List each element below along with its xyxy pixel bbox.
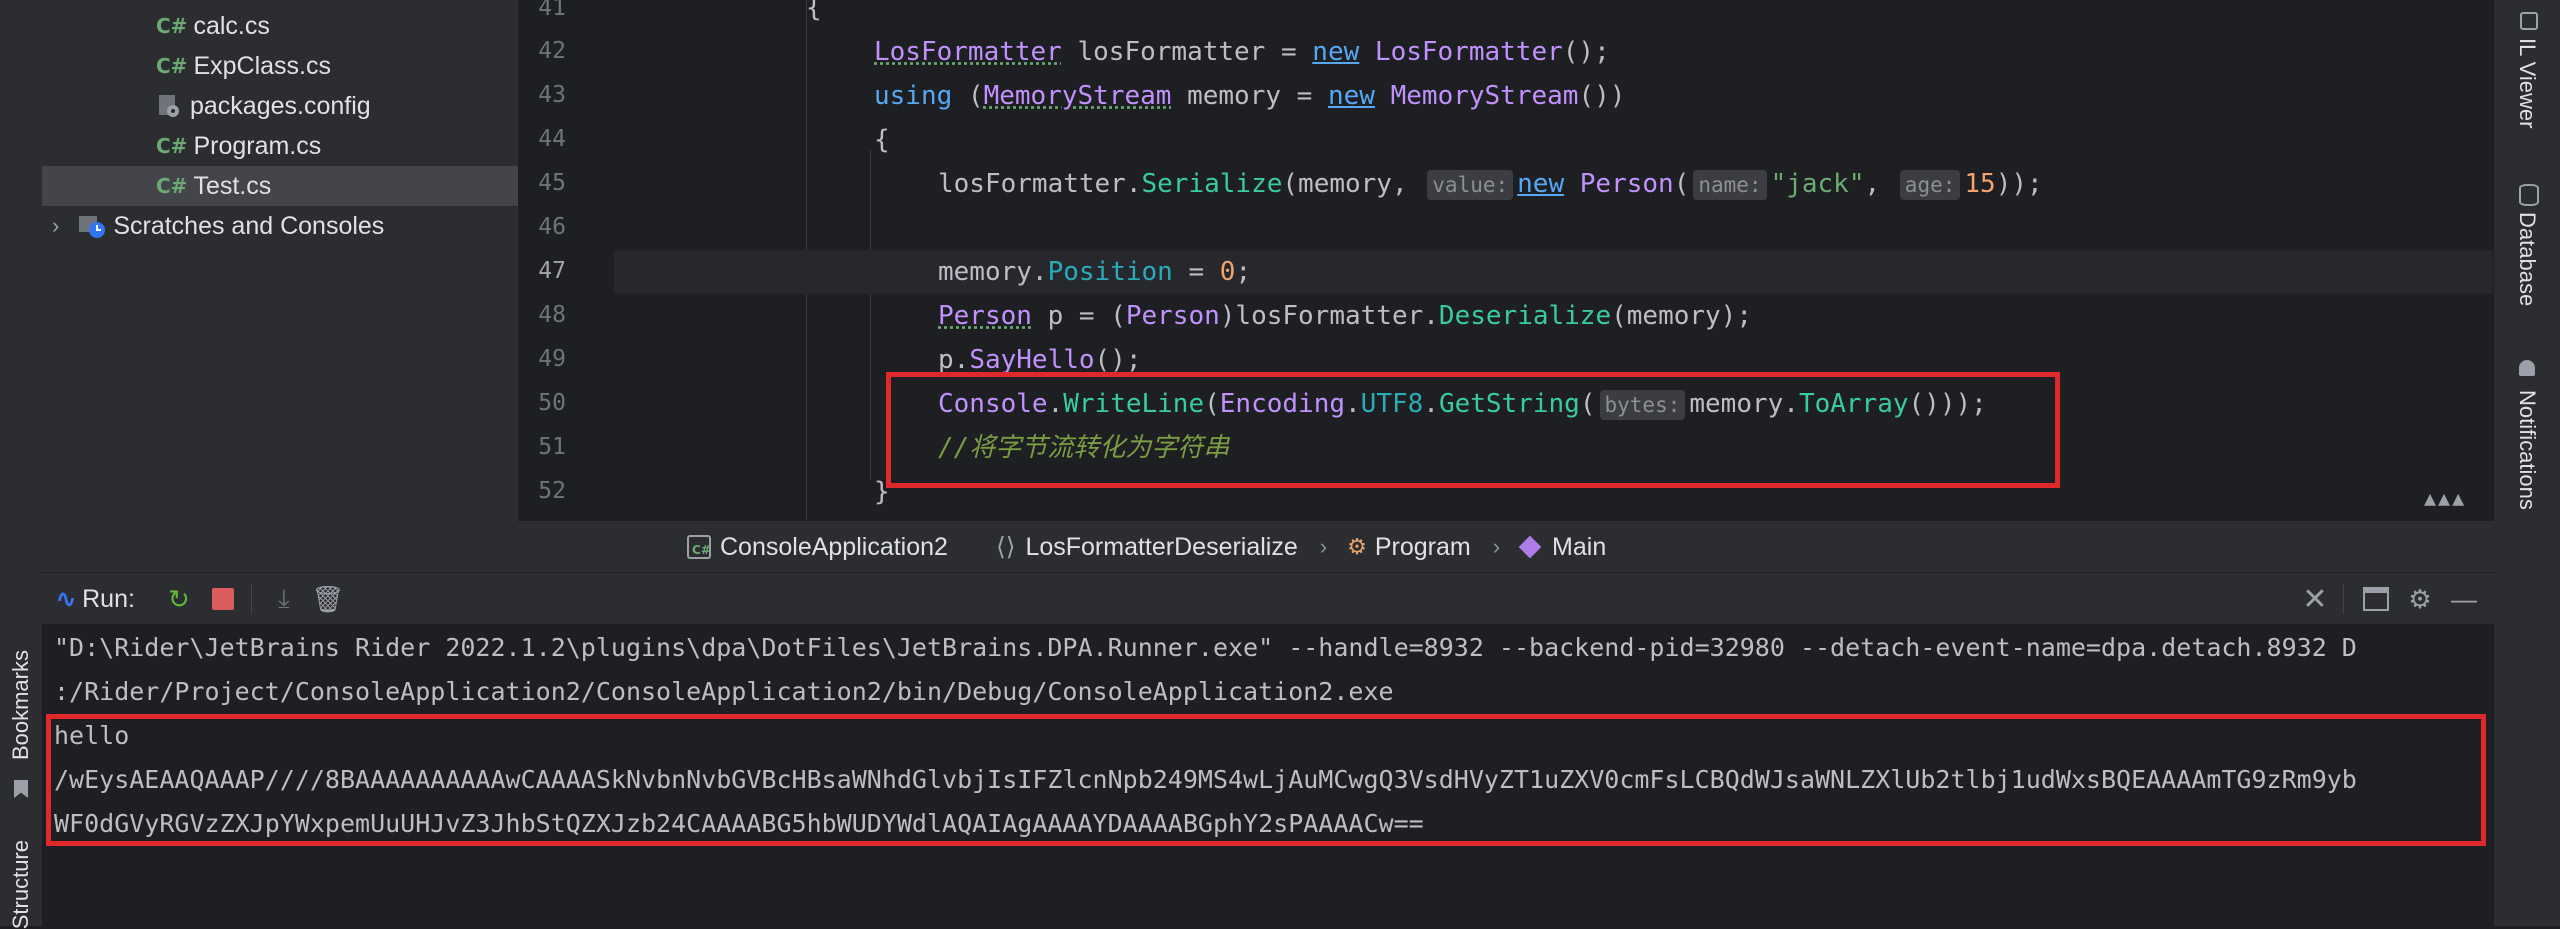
chevron-right-icon: › bbox=[1319, 534, 1328, 559]
line-number: 42 bbox=[538, 38, 566, 64]
line-number: 46 bbox=[538, 214, 566, 240]
namespace-icon: ⟨⟩ bbox=[995, 533, 1016, 561]
chevron-right-icon[interactable]: › bbox=[52, 213, 59, 239]
tree-item-program[interactable]: C# Program.cs bbox=[156, 126, 321, 166]
tree-item-label: calc.cs bbox=[193, 11, 270, 40]
line-number: 50 bbox=[538, 390, 566, 416]
line-number: 44 bbox=[538, 126, 566, 152]
tree-item-scratches[interactable]: › Scratches and Consoles bbox=[52, 206, 384, 246]
console-line: "D:\Rider\JetBrains Rider 2022.1.2\plugi… bbox=[54, 633, 2357, 662]
line-number: 43 bbox=[538, 82, 566, 108]
trash-icon[interactable]: 🗑 bbox=[308, 579, 348, 619]
highlight-box-code bbox=[886, 372, 2060, 488]
code-line-41: { bbox=[806, 0, 822, 23]
database-icon bbox=[2519, 184, 2539, 206]
layout-icon[interactable] bbox=[2356, 579, 2396, 619]
tree-item-expclass[interactable]: C# ExpClass.cs bbox=[156, 46, 331, 86]
run-toolbar: ∿ Run: ↻ ⤓ 🗑 ✕ ⚙ — bbox=[42, 572, 2494, 625]
project-tree: C# calc.cs C# ExpClass.cs packages.confi… bbox=[42, 0, 518, 572]
csharp-file-icon: C# bbox=[156, 14, 188, 38]
right-tool-strip: IL Viewer Database Notifications bbox=[2493, 0, 2560, 926]
line-number-gutter: 41 42 43 44 45 46 47 48 49 50 51 52 bbox=[518, 0, 678, 520]
tree-item-label: Test.cs bbox=[193, 171, 272, 200]
breadcrumb-method[interactable]: Main bbox=[1518, 533, 1606, 562]
config-file-icon bbox=[159, 95, 179, 117]
code-line-45: losFormatter.Serialize(memory, value: new… bbox=[938, 169, 2043, 200]
run-title: Run: bbox=[82, 584, 135, 613]
line-number: 52 bbox=[538, 478, 566, 504]
close-icon[interactable]: ✕ bbox=[2295, 579, 2335, 619]
tree-item-label: ExpClass.cs bbox=[193, 51, 331, 80]
tree-item-calc[interactable]: C# calc.cs bbox=[156, 6, 270, 46]
scratches-icon bbox=[79, 216, 106, 238]
chevron-right-icon: › bbox=[1492, 534, 1501, 559]
bookmark-icon bbox=[14, 780, 28, 798]
line-number: 48 bbox=[538, 302, 566, 328]
run-config-icon: ∿ bbox=[56, 585, 77, 613]
gear-icon[interactable]: ⚙ bbox=[2400, 579, 2440, 619]
bell-icon bbox=[2519, 360, 2535, 376]
tree-item-label: Program.cs bbox=[193, 131, 322, 160]
notifications-tab[interactable]: Notifications bbox=[2514, 390, 2540, 510]
left-tool-strip: Bookmarks Structure bbox=[0, 0, 43, 929]
code-line-42: LosFormatter losFormatter = new LosForma… bbox=[874, 37, 1610, 67]
breadcrumb-namespace[interactable]: ⟨⟩ LosFormatterDeserialize bbox=[996, 532, 1298, 562]
code-line-43: using (MemoryStream memory = new MemoryS… bbox=[874, 81, 1626, 111]
line-number: 51 bbox=[538, 434, 566, 460]
tree-item-label: Scratches and Consoles bbox=[113, 211, 385, 240]
parameter-hint: value: bbox=[1427, 170, 1514, 200]
reader-mode-icon[interactable]: ▲▲▲ bbox=[2424, 486, 2466, 510]
breadcrumb: C# ConsoleApplication2 ⟨⟩ LosFormatterDe… bbox=[518, 520, 2494, 573]
rerun-button[interactable]: ↻ bbox=[159, 579, 199, 619]
highlight-box-output bbox=[46, 714, 2486, 846]
line-number: 41 bbox=[538, 0, 566, 21]
class-icon: ⚙ bbox=[1347, 534, 1367, 559]
line-number: 49 bbox=[538, 346, 566, 372]
parameter-hint: name: bbox=[1693, 170, 1767, 200]
csharp-file-icon: C# bbox=[156, 54, 188, 78]
il-viewer-icon bbox=[2520, 12, 2538, 30]
breadcrumb-class[interactable]: ⚙ Program bbox=[1347, 533, 1471, 562]
code-line-48: Person p = (Person)losFormatter.Deserial… bbox=[938, 301, 1752, 331]
code-line-47-current: memory.Position = 0; bbox=[614, 250, 2494, 294]
il-viewer-tab[interactable]: IL Viewer bbox=[2514, 38, 2540, 129]
code-editor[interactable]: { LosFormatter losFormatter = new LosFor… bbox=[614, 0, 2494, 520]
method-icon bbox=[1518, 535, 1542, 559]
svg-text:C#: C# bbox=[692, 543, 711, 557]
stop-button[interactable] bbox=[203, 579, 243, 619]
code-line-44: { bbox=[874, 125, 890, 155]
csharp-project-icon: C# bbox=[687, 535, 711, 559]
console-output[interactable]: "D:\Rider\JetBrains Rider 2022.1.2\plugi… bbox=[42, 624, 2494, 926]
console-line: :/Rider/Project/ConsoleApplication2/Cons… bbox=[54, 677, 1394, 706]
bookmarks-tab[interactable]: Bookmarks bbox=[8, 650, 34, 760]
csharp-file-icon: C# bbox=[156, 174, 188, 198]
breadcrumb-project[interactable]: C# ConsoleApplication2 bbox=[686, 533, 948, 562]
line-number: 47 bbox=[538, 258, 566, 284]
tree-item-label: packages.config bbox=[190, 91, 371, 120]
minimize-icon[interactable]: — bbox=[2444, 579, 2484, 619]
database-tab[interactable]: Database bbox=[2514, 212, 2540, 306]
parameter-hint: age: bbox=[1899, 170, 1961, 200]
structure-tab[interactable]: Structure bbox=[8, 840, 34, 929]
scroll-to-end-icon[interactable]: ⤓ bbox=[264, 579, 304, 619]
tree-item-test-selected[interactable]: C# Test.cs bbox=[42, 166, 518, 206]
line-number: 45 bbox=[538, 170, 566, 196]
tree-item-packages-config[interactable]: packages.config bbox=[156, 86, 371, 126]
csharp-file-icon: C# bbox=[156, 134, 188, 158]
